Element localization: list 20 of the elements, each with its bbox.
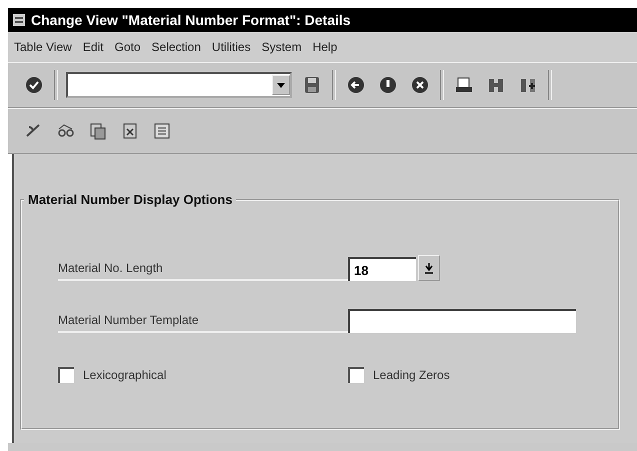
checkbox[interactable] — [348, 367, 364, 383]
group-title: Material Number Display Options — [27, 192, 234, 207]
caret-icon[interactable] — [272, 75, 290, 95]
field-label: Material No. Length — [58, 261, 348, 281]
menu-item[interactable]: Edit — [82, 40, 104, 54]
input-field[interactable]: 18 — [348, 257, 416, 281]
field-label: Material Number Template — [58, 313, 348, 333]
window-icon — [12, 13, 26, 27]
checkbox-label: Lexicographical — [83, 368, 166, 382]
menu-item[interactable]: Goto — [114, 40, 141, 54]
menu-item[interactable]: Selection — [152, 40, 201, 54]
checkbox[interactable] — [58, 367, 74, 383]
menu-item[interactable]: Table View — [14, 40, 72, 54]
menu-item[interactable]: Utilities — [212, 40, 251, 54]
command-field[interactable] — [66, 72, 292, 98]
checkbox-label: Leading Zeros — [373, 368, 450, 382]
menu-item[interactable]: Help — [312, 40, 338, 54]
input-field[interactable] — [348, 309, 576, 333]
menu-item[interactable]: System — [262, 40, 302, 54]
window-title: Change View "Material Number Format": Details — [31, 12, 351, 28]
